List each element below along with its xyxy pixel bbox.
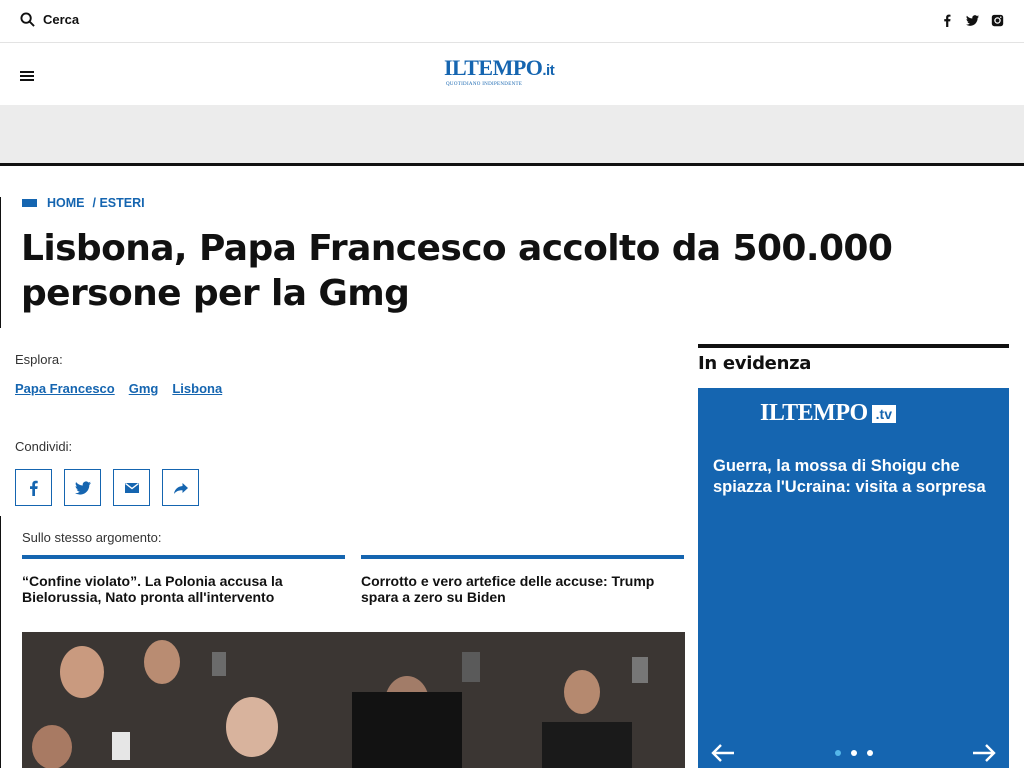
ad-banner [0,105,1024,166]
site-header: ILTEMPO.it Quotidiano Indipendente [0,43,1024,105]
carousel-dot[interactable] [851,750,857,756]
menu-icon[interactable] [20,71,34,81]
tv-logo-main: ILTEMPO [760,400,868,426]
social-links [941,14,1004,27]
instagram-icon[interactable] [991,14,1004,27]
related-card: Corrotto e vero artefice delle accuse: T… [361,555,684,605]
related-card-bar [361,555,684,559]
explore-label: Esplora: [15,352,63,367]
article-title: Lisbona, Papa Francesco accolto da 500.0… [21,228,893,314]
carousel-dot[interactable] [867,750,873,756]
sidebar-title: In evidenza [698,353,812,374]
share-facebook-button[interactable] [15,469,52,506]
search-button[interactable]: Cerca [20,12,79,27]
logo-main: ILTEMPO [444,55,543,80]
facebook-icon[interactable] [941,14,954,27]
share-mail-button[interactable] [113,469,150,506]
tag-link[interactable]: Papa Francesco [15,381,115,396]
arrow-right-icon[interactable] [972,743,996,763]
logo-suffix: .it [542,62,555,79]
tv-carousel: ILTEMPO .tv Guerra, la mossa di Shoigu c… [698,388,1009,768]
site-logo[interactable]: ILTEMPO.it Quotidiano Indipendente [444,57,584,89]
carousel-dots [835,750,873,756]
breadcrumb-section[interactable]: / ESTERI [93,196,145,210]
tag-list: Papa Francesco Gmg Lisbona [15,381,222,396]
search-label: Cerca [43,12,80,27]
related-card: “Confine violato”. La Polonia accusa la … [22,555,345,605]
article-photo [22,632,685,768]
tv-logo[interactable]: ILTEMPO .tv [760,400,896,427]
carousel-dot[interactable] [835,750,841,756]
share-buttons [15,469,199,506]
twitter-icon [74,480,91,495]
facebook-icon [29,480,38,496]
sidebar-rule [698,344,1009,348]
breadcrumb: HOME / ESTERI [22,196,145,210]
breadcrumb-home[interactable]: HOME [47,196,85,210]
tag-link[interactable]: Gmg [129,381,159,396]
top-bar: Cerca [0,0,1024,43]
related-link[interactable]: Corrotto e vero artefice delle accuse: T… [361,573,684,605]
search-icon [20,12,35,27]
share-arrow-icon [173,482,188,494]
related-card-bar [22,555,345,559]
related-link[interactable]: “Confine violato”. La Polonia accusa la … [22,573,345,605]
tv-headline[interactable]: Guerra, la mossa di Shoigu che spiazza l… [713,456,998,498]
share-twitter-button[interactable] [64,469,101,506]
twitter-icon[interactable] [966,14,979,27]
share-more-button[interactable] [162,469,199,506]
related-rule [0,516,1,768]
arrow-left-icon[interactable] [711,743,735,763]
tv-logo-suffix: .tv [871,404,896,423]
related-label: Sullo stesso argomento: [22,530,162,545]
title-rule [0,197,1,328]
crowd-image [22,632,685,768]
section-flag-icon [22,199,37,207]
mail-icon [124,482,139,493]
logo-tagline: Quotidiano Indipendente [446,82,523,87]
tag-link[interactable]: Lisbona [172,381,222,396]
share-label: Condividi: [15,439,73,454]
